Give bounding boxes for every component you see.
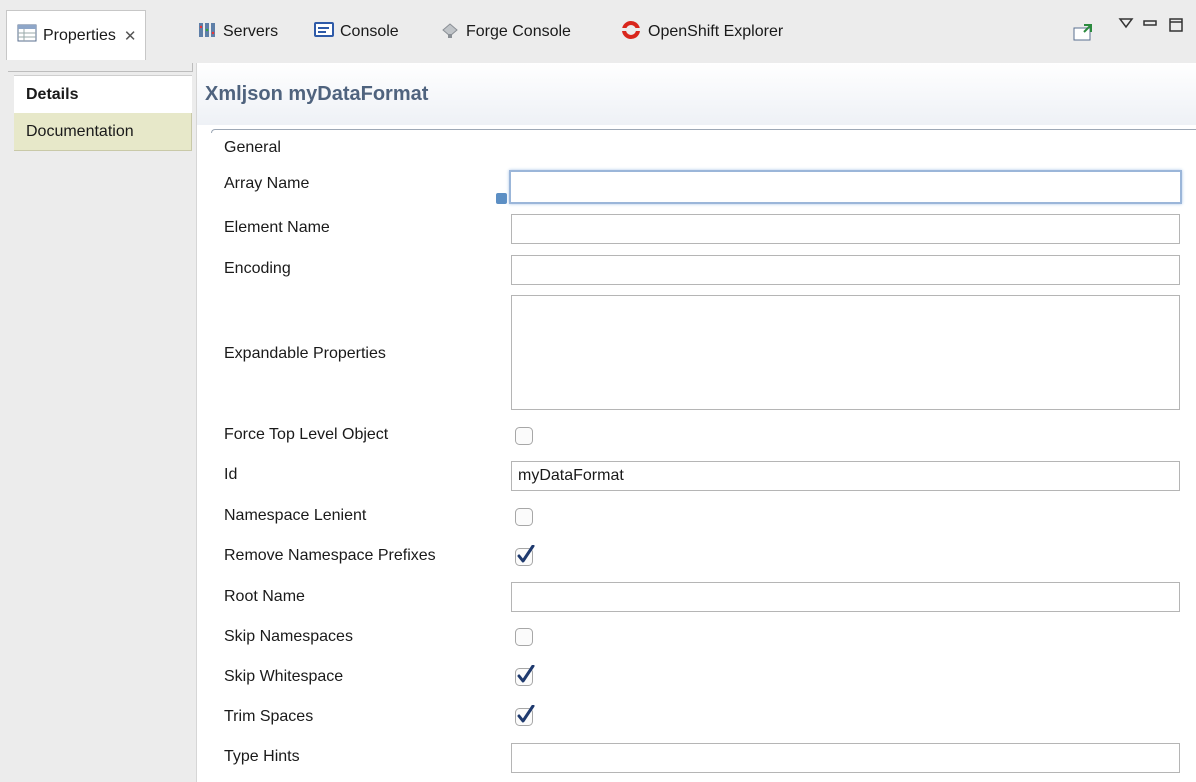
openshift-icon [620, 20, 642, 45]
id-field[interactable] [511, 461, 1180, 491]
servers-icon [197, 21, 217, 44]
element-name-field[interactable] [511, 214, 1180, 244]
root-name-field[interactable] [511, 582, 1180, 612]
expandable-properties-field[interactable] [511, 295, 1180, 410]
page-title: Xmljson myDataFormat [205, 83, 429, 105]
expandable-properties-label: Expandable Properties [224, 345, 386, 362]
tab-forge-console-label: Forge Console [466, 23, 571, 40]
array-name-field[interactable] [509, 170, 1182, 204]
encoding-label: Encoding [224, 260, 291, 277]
tab-console-label: Console [340, 23, 399, 40]
close-tab-icon[interactable]: ✕ [124, 27, 137, 45]
nav-item-documentation-label: Documentation [26, 122, 134, 140]
maximize-icon[interactable] [1168, 17, 1184, 38]
tab-properties[interactable]: Properties ✕ [6, 10, 146, 60]
remove-namespace-prefixes-label: Remove Namespace Prefixes [224, 547, 436, 564]
minimize-icon[interactable] [1142, 16, 1158, 35]
force-top-level-object-checkbox[interactable] [514, 426, 534, 446]
tab-openshift-explorer-label: OpenShift Explorer [648, 23, 784, 40]
namespace-lenient-checkbox[interactable] [514, 507, 534, 527]
tab-servers[interactable]: Servers [197, 10, 278, 54]
open-console-icon[interactable] [1072, 22, 1094, 47]
tab-servers-label: Servers [223, 23, 279, 40]
namespace-lenient-label: Namespace Lenient [224, 507, 367, 524]
skip-namespaces-checkbox[interactable] [514, 627, 534, 647]
panel-heading: Xmljson myDataFormat [197, 63, 1196, 125]
skip-namespaces-label: Skip Namespaces [224, 628, 353, 645]
console-icon [314, 21, 334, 44]
trim-spaces-label: Trim Spaces [224, 708, 314, 725]
tab-openshift-explorer[interactable]: OpenShift Explorer [620, 10, 783, 54]
properties-details-panel: Xmljson myDataFormat General Array Name … [197, 63, 1196, 782]
nav-item-documentation[interactable]: Documentation [14, 113, 192, 151]
section-divider [211, 129, 1196, 133]
force-top-level-object-label: Force Top Level Object [224, 426, 389, 443]
section-title-general: General [224, 139, 281, 156]
array-name-label: Array Name [224, 175, 310, 192]
forge-icon [440, 21, 460, 44]
type-hints-field[interactable] [511, 743, 1180, 773]
skip-whitespace-checkbox[interactable] [514, 664, 535, 686]
type-hints-label: Type Hints [224, 748, 300, 765]
id-label: Id [224, 466, 238, 483]
trim-spaces-checkbox[interactable] [514, 704, 535, 726]
properties-category-nav: Details Documentation [0, 63, 197, 782]
view-tab-bar: Properties ✕ Servers Console Forge Conso… [0, 0, 1196, 63]
tab-forge-console[interactable]: Forge Console [440, 10, 571, 54]
element-name-label: Element Name [224, 219, 330, 236]
remove-namespace-prefixes-checkbox[interactable] [514, 544, 535, 566]
view-menu-icon[interactable] [1118, 16, 1134, 35]
tab-properties-label: Properties [43, 26, 116, 44]
properties-table-icon [17, 24, 37, 47]
skip-whitespace-label: Skip Whitespace [224, 668, 344, 685]
nav-item-details-label: Details [26, 85, 79, 103]
tab-console[interactable]: Console [314, 10, 399, 54]
info-decoration-icon [496, 193, 507, 204]
nav-divider [8, 63, 193, 72]
encoding-field[interactable] [511, 255, 1180, 285]
root-name-label: Root Name [224, 588, 305, 605]
nav-item-details[interactable]: Details [14, 75, 192, 113]
